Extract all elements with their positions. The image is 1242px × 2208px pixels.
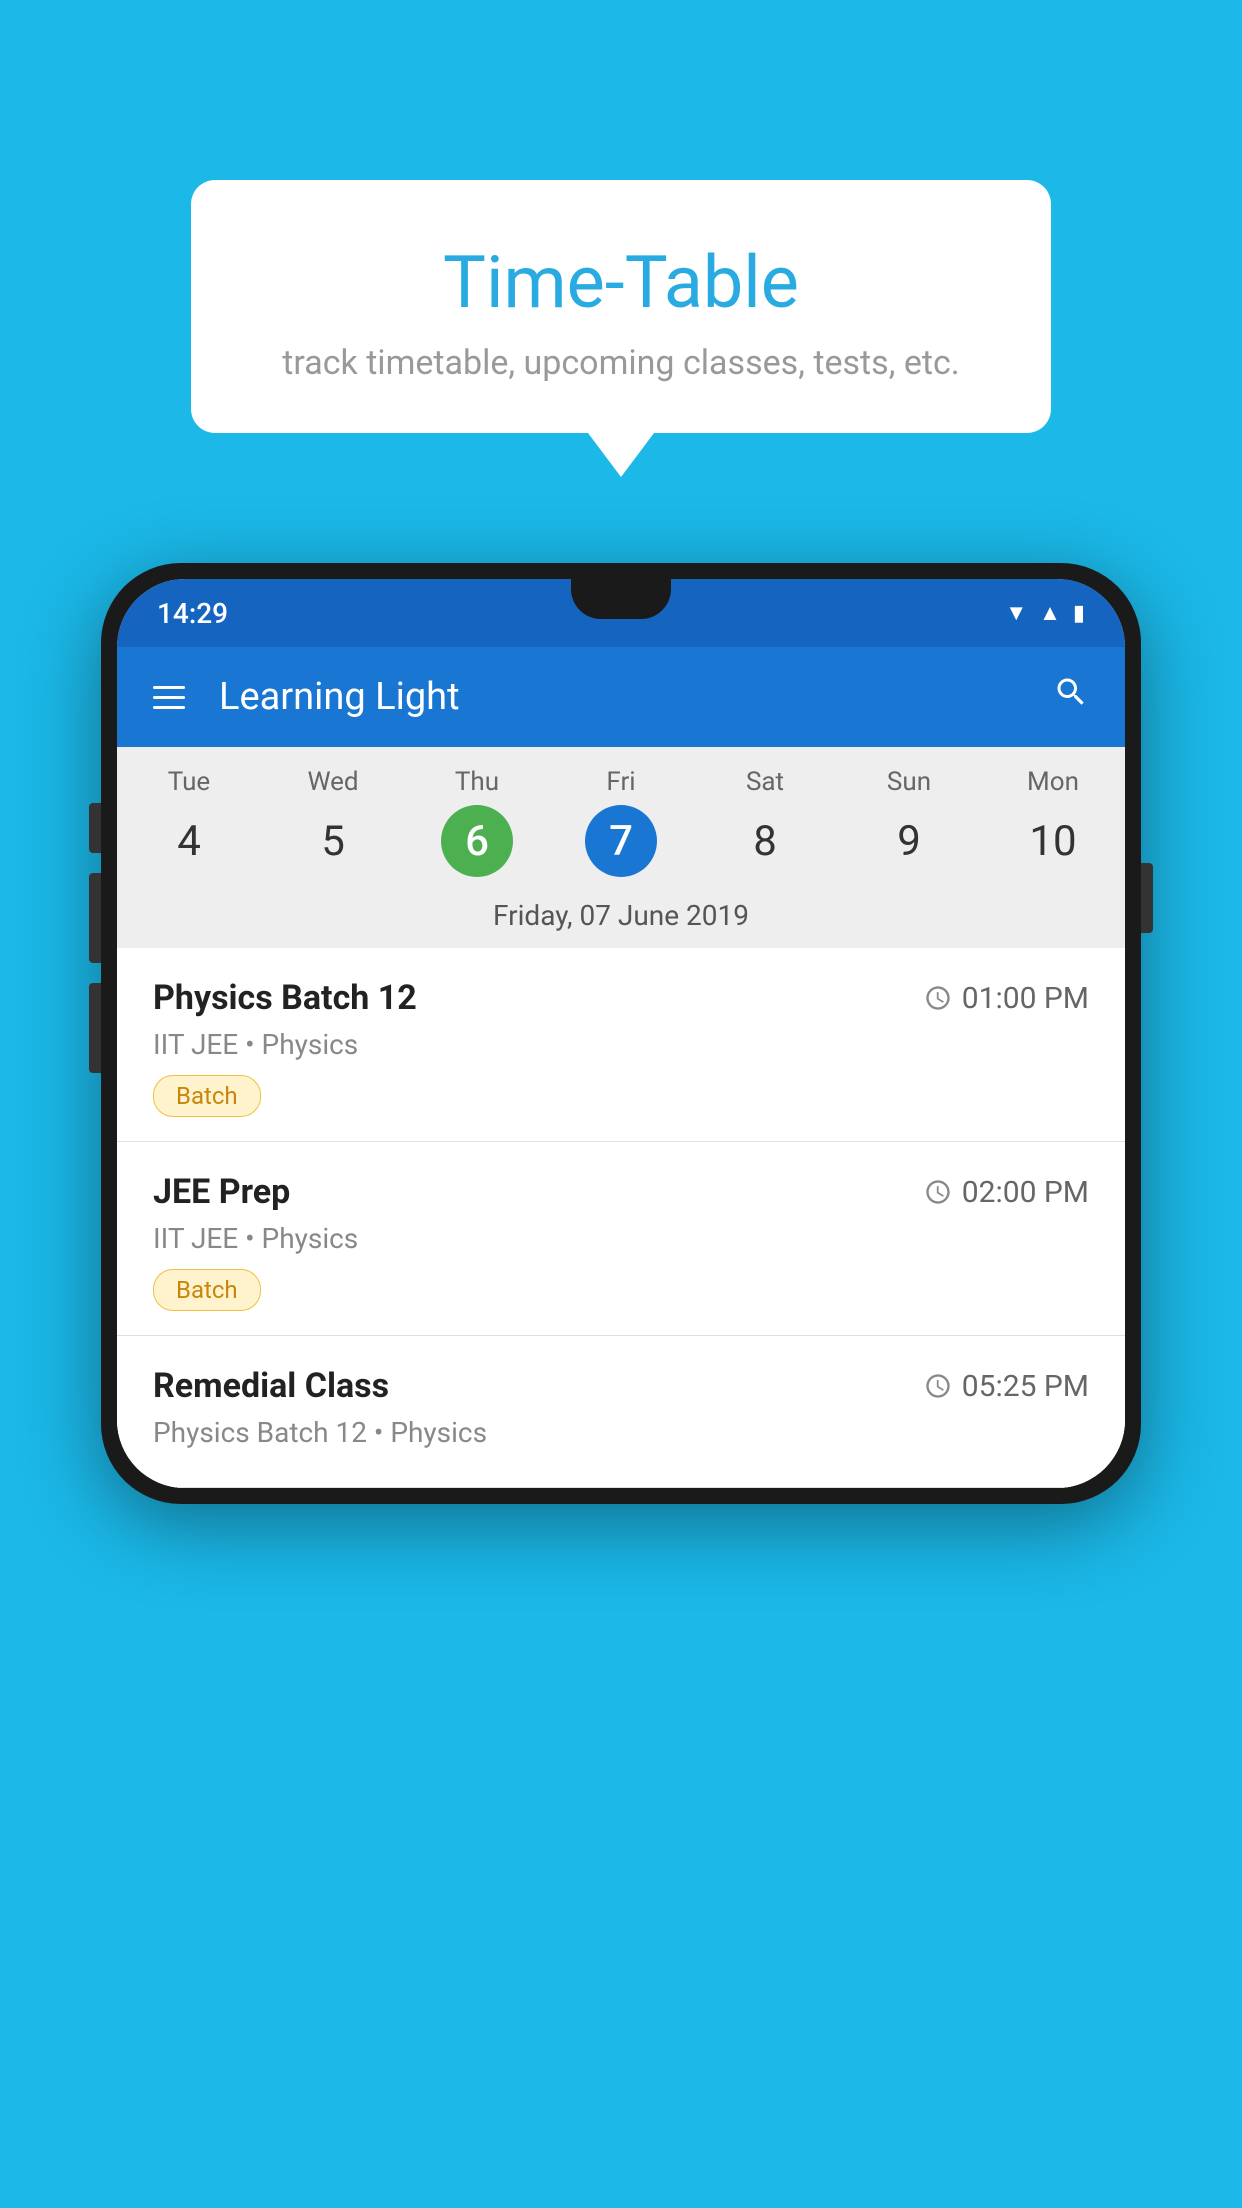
- schedule-item-0[interactable]: Physics Batch 12 01:00 PM IIT JEE • Physic…: [117, 948, 1125, 1142]
- days-header: Tue 4 Wed 5 Thu 6 Fri 7 Sat 8 Sun 9 Mon 10: [117, 747, 1125, 887]
- day-name-sat: Sat: [693, 767, 837, 797]
- status-time: 14:29: [157, 597, 228, 630]
- tooltip-subtitle: track timetable, upcoming classes, tests…: [251, 343, 991, 383]
- app-title: Learning Light: [219, 675, 460, 719]
- phone-mockup: 14:29 ▼ ▲ ▮ Learning Light: [101, 563, 1141, 1504]
- day-num-sat[interactable]: 8: [729, 805, 801, 877]
- day-num-tue[interactable]: 4: [153, 805, 225, 877]
- day-name-tue: Tue: [117, 767, 261, 797]
- app-bar: Learning Light: [117, 647, 1125, 747]
- status-bar: 14:29 ▼ ▲ ▮: [117, 579, 1125, 647]
- schedule-list: Physics Batch 12 01:00 PM IIT JEE • Physic…: [117, 948, 1125, 1488]
- schedule-item-header-0: Physics Batch 12 01:00 PM: [153, 978, 1089, 1018]
- schedule-item-header-2: Remedial Class 05:25 PM: [153, 1366, 1089, 1406]
- power-button: [1141, 863, 1153, 933]
- day-name-sun: Sun: [837, 767, 981, 797]
- battery-icon: ▮: [1073, 601, 1085, 626]
- day-num-mon[interactable]: 10: [1017, 805, 1089, 877]
- day-col-fri[interactable]: Fri 7: [549, 767, 693, 877]
- schedule-time-text-0: 01:00 PM: [962, 981, 1089, 1016]
- day-name-mon: Mon: [981, 767, 1125, 797]
- day-name-wed: Wed: [261, 767, 405, 797]
- day-num-wed[interactable]: 5: [297, 805, 369, 877]
- day-col-tue[interactable]: Tue 4: [117, 767, 261, 877]
- schedule-item-header-1: JEE Prep 02:00 PM: [153, 1172, 1089, 1212]
- hamburger-line-1: [153, 686, 185, 689]
- schedule-meta-1: IIT JEE • Physics: [153, 1222, 1089, 1255]
- tooltip-title: Time-Table: [251, 240, 991, 325]
- volume-down-button: [89, 983, 101, 1073]
- schedule-meta-0: IIT JEE • Physics: [153, 1028, 1089, 1061]
- signal-icon: ▲: [1039, 600, 1061, 626]
- mute-button: [89, 803, 101, 853]
- day-col-sat[interactable]: Sat 8: [693, 767, 837, 877]
- day-col-sun[interactable]: Sun 9: [837, 767, 981, 877]
- schedule-time-text-1: 02:00 PM: [962, 1175, 1089, 1210]
- day-num-thu[interactable]: 6: [441, 805, 513, 877]
- day-name-fri: Fri: [549, 767, 693, 797]
- schedule-title-0: Physics Batch 12: [153, 978, 417, 1018]
- day-num-fri[interactable]: 7: [585, 805, 657, 877]
- phone-frame: 14:29 ▼ ▲ ▮ Learning Light: [101, 563, 1141, 1504]
- app-bar-left: Learning Light: [153, 675, 460, 719]
- day-col-mon[interactable]: Mon 10: [981, 767, 1125, 877]
- clock-icon: [924, 1178, 952, 1206]
- day-num-sun[interactable]: 9: [873, 805, 945, 877]
- schedule-time-0: 01:00 PM: [924, 981, 1089, 1016]
- tooltip-card: Time-Table track timetable, upcoming cla…: [191, 180, 1051, 433]
- selected-date-label: Friday, 07 June 2019: [117, 887, 1125, 948]
- day-col-thu[interactable]: Thu 6: [405, 767, 549, 877]
- calendar-section: Tue 4 Wed 5 Thu 6 Fri 7 Sat 8 Sun 9 Mon 10 Friday, 07…: [117, 747, 1125, 948]
- schedule-title-2: Remedial Class: [153, 1366, 389, 1406]
- schedule-title-1: JEE Prep: [153, 1172, 290, 1212]
- schedule-time-1: 02:00 PM: [924, 1175, 1089, 1210]
- clock-icon: [924, 984, 952, 1012]
- schedule-item-1[interactable]: JEE Prep 02:00 PM IIT JEE • Physics Batch: [117, 1142, 1125, 1336]
- hamburger-line-3: [153, 706, 185, 709]
- phone-screen: 14:29 ▼ ▲ ▮ Learning Light: [117, 579, 1125, 1488]
- day-name-thu: Thu: [405, 767, 549, 797]
- schedule-meta-2: Physics Batch 12 • Physics: [153, 1416, 1089, 1449]
- schedule-badge-1: Batch: [153, 1269, 261, 1311]
- status-icons: ▼ ▲ ▮: [1005, 600, 1085, 626]
- schedule-time-text-2: 05:25 PM: [962, 1369, 1089, 1404]
- volume-up-button: [89, 873, 101, 963]
- wifi-icon: ▼: [1005, 600, 1027, 626]
- schedule-time-2: 05:25 PM: [924, 1369, 1089, 1404]
- day-col-wed[interactable]: Wed 5: [261, 767, 405, 877]
- notch: [571, 579, 671, 619]
- hamburger-menu[interactable]: [153, 686, 185, 709]
- search-button[interactable]: [1053, 674, 1089, 720]
- clock-icon: [924, 1372, 952, 1400]
- schedule-item-2[interactable]: Remedial Class 05:25 PM Physics Batch 12 •…: [117, 1336, 1125, 1488]
- hamburger-line-2: [153, 696, 185, 699]
- schedule-badge-0: Batch: [153, 1075, 261, 1117]
